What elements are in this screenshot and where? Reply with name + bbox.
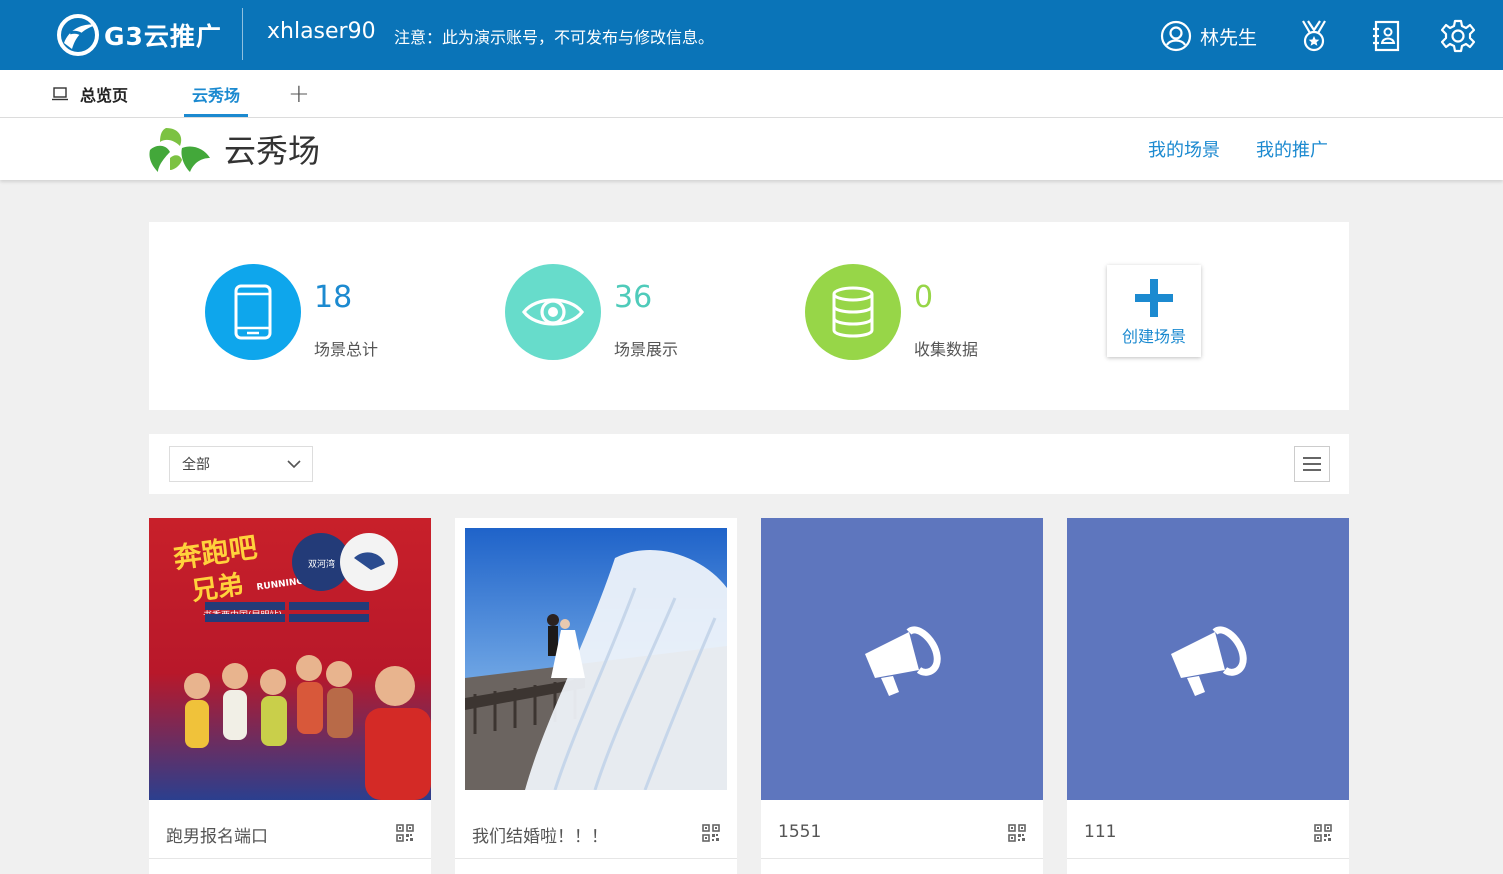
qr-code-icon[interactable] [1314,824,1332,842]
stat-data-label: 收集数据 [914,340,979,359]
tab-bar: 总览页 云秀场 + [0,70,1503,118]
stat-data-circle [805,264,901,360]
poster-title-line2: 兄弟 [190,570,246,607]
tab-overview-label: 总览页 [80,86,129,105]
scene-card-title: 跑男报名端口 [166,827,268,847]
poster-artwork: 奔跑吧 兄弟 RUNNING MAN 书香西中国(昆明站) 双河湾 [171,531,431,800]
settings-button[interactable] [1441,19,1475,53]
eye-icon [522,298,584,326]
logo-text: G3云推广 [104,22,222,51]
scene-thumbnail-placeholder [1067,518,1349,800]
stat-views-label: 场景展示 [614,340,679,359]
medal-icon [1302,20,1326,52]
app-title: 云秀场 [224,132,321,170]
gear-icon [1441,19,1475,53]
card-footer-divider [455,858,737,859]
stats-panel: 18 场景总计 36 场景展示 0 收集数据 创建场景 [149,222,1349,410]
contacts-book-icon [1373,20,1400,52]
demo-notice: 注意：此为演示账号，不可发布与修改信息。 [394,28,715,47]
qr-code-icon[interactable] [702,824,720,842]
stat-total-circle [205,264,301,360]
poster-title-line1: 奔跑吧 [171,531,259,575]
tab-overview[interactable]: 总览页 [52,70,128,118]
user-avatar-icon [1160,20,1192,52]
wedding-photo [465,528,727,791]
stat-data-value: 0 [914,280,934,315]
scene-card-title: 我们结婚啦！！！ [472,827,608,847]
user-name: 林先生 [1200,26,1258,49]
stat-views-circle [505,264,601,360]
database-icon [832,286,874,338]
card-footer-divider [149,858,431,859]
list-icon [1303,457,1321,471]
monitor-icon [52,87,68,101]
card-footer-divider [761,858,1043,859]
category-select[interactable]: 全部 [169,446,313,482]
stat-total-value: 18 [314,280,353,315]
list-view-button[interactable] [1294,446,1330,482]
scene-card[interactable]: 1551 [761,518,1043,874]
account-name: xhlaser90 [267,19,376,44]
contacts-button[interactable] [1369,19,1403,53]
scene-card[interactable]: 我们结婚啦！！！ [455,518,737,874]
tab-yunxiuchang[interactable]: 云秀场 [183,70,249,118]
my-scenes-link[interactable]: 我的场景 [1148,136,1220,162]
app-logo: 云秀场 [148,124,320,174]
create-scene-button[interactable]: 创建场景 [1107,265,1201,357]
scene-thumbnail: 奔跑吧 兄弟 RUNNING MAN 书香西中国(昆明站) 双河湾 [149,518,431,800]
megaphone-icon [1171,626,1247,696]
plus-icon [1135,279,1173,317]
scene-card[interactable]: 奔跑吧 兄弟 RUNNING MAN 书香西中国(昆明站) 双河湾 [149,518,431,874]
scene-card-title: 111 [1084,822,1117,842]
add-tab-button[interactable]: + [288,70,310,118]
card-footer-divider [1067,858,1349,859]
brand-logo[interactable]: G3云推广 [56,12,222,58]
chevron-down-icon [287,460,301,469]
scene-thumbnail [455,518,737,800]
my-promotion-link[interactable]: 我的推广 [1256,136,1328,162]
scene-card-title: 1551 [778,822,822,842]
logo-swirl-icon [57,14,99,56]
stat-views-value: 36 [614,280,653,315]
top-header: G3云推广 xhlaser90 注意：此为演示账号，不可发布与修改信息。 林先生 [0,0,1503,70]
medal-button[interactable] [1297,19,1331,53]
qr-code-icon[interactable] [396,824,414,842]
qr-code-icon[interactable] [1008,824,1026,842]
poster-logo-text: 双河湾 [308,558,335,570]
create-scene-label: 创建场景 [1121,327,1186,346]
app-header: 云秀场 我的场景 我的推广 [0,118,1503,180]
header-divider [242,8,243,60]
app-leaf-logo-icon [149,128,210,172]
filter-bar: 全部 [149,434,1349,494]
scene-thumbnail-placeholder [761,518,1043,800]
user-menu[interactable]: 林先生 [1160,20,1257,52]
phone-icon [234,284,272,340]
category-selected-value: 全部 [182,457,210,473]
stat-total-label: 场景总计 [314,340,379,359]
megaphone-icon [865,626,941,696]
scene-card[interactable]: 111 [1067,518,1349,874]
